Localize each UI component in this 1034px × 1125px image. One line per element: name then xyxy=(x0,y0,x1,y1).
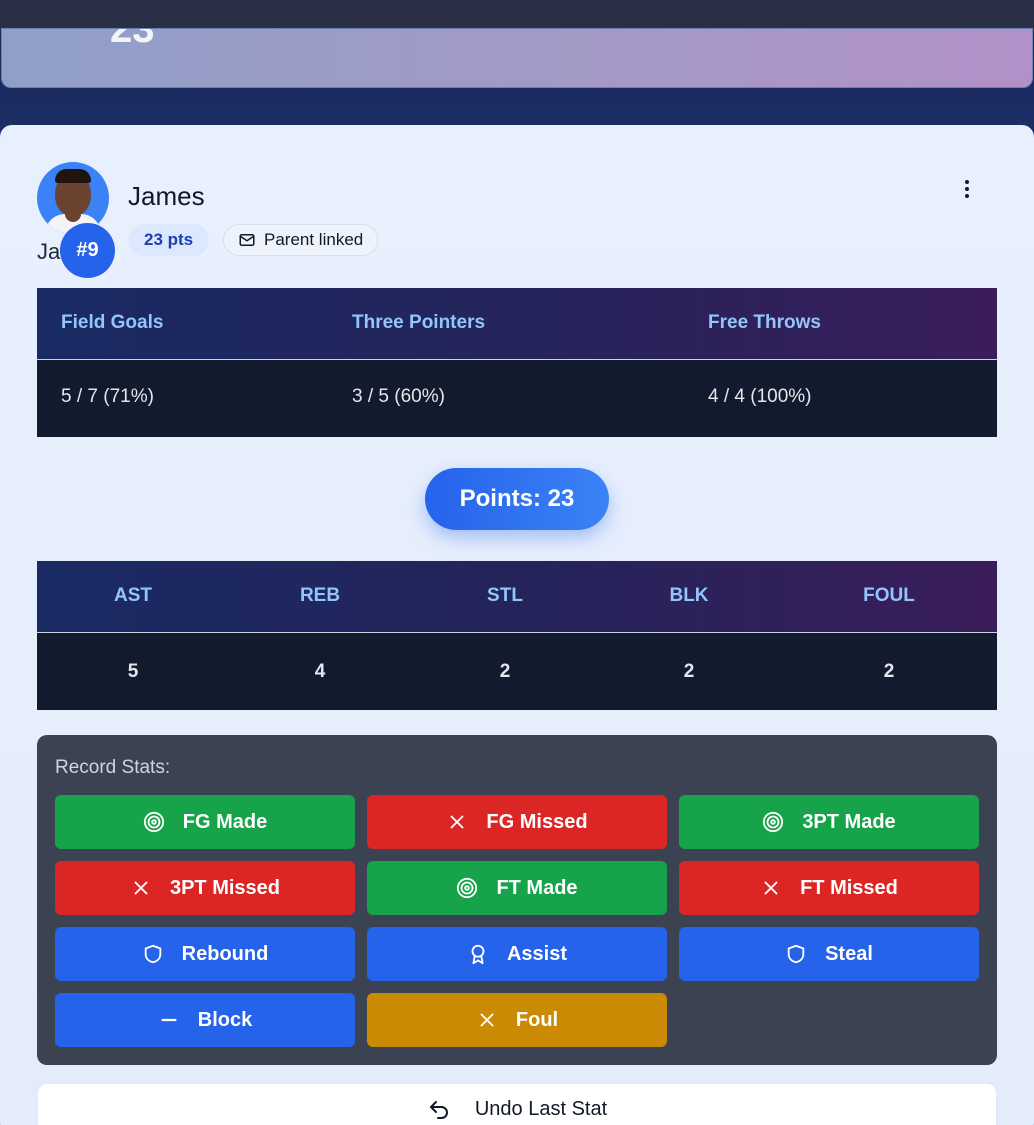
header-field-goals: Field Goals xyxy=(61,312,164,333)
value-reb: 4 xyxy=(314,661,326,682)
assist-label: Assist xyxy=(506,942,568,965)
kebab-menu-icon xyxy=(965,180,969,184)
header-three-pointers: Three Pointers xyxy=(352,312,486,333)
3pt-made-label: 3PT Made xyxy=(802,810,896,833)
minus-icon xyxy=(158,1009,180,1031)
assist-button[interactable]: Assist xyxy=(367,927,667,981)
header-free-throws: Free Throws xyxy=(708,312,821,333)
steal-label: Steal xyxy=(825,942,873,965)
ft-missed-label: FT Missed xyxy=(800,876,898,899)
ft-made-label: FT Made xyxy=(496,876,578,899)
x-icon xyxy=(760,877,782,899)
rebound-label: Rebound xyxy=(181,942,269,965)
points-chip: 23 pts xyxy=(128,224,210,256)
value-blk: 2 xyxy=(683,661,695,682)
target-icon xyxy=(456,877,478,899)
value-stl: 2 xyxy=(499,661,511,682)
fg-missed-label: FG Missed xyxy=(486,810,588,833)
3pt-missed-label: 3PT Missed xyxy=(169,876,281,899)
header-stl: STL xyxy=(487,585,523,606)
block-button[interactable]: Block xyxy=(55,993,355,1047)
parent-linked-chip: Parent linked xyxy=(223,224,379,256)
rebound-button[interactable]: Rebound xyxy=(55,927,355,981)
points-total-pill: Points: 23 xyxy=(425,468,609,530)
fg-made-label: FG Made xyxy=(182,810,268,833)
shooting-header-row: Field Goals Three Pointers Free Throws xyxy=(37,288,997,360)
undo-last-stat-button[interactable]: Undo Last Stat xyxy=(37,1083,997,1125)
foul-label: Foul xyxy=(515,1008,559,1031)
value-foul: 2 xyxy=(883,661,895,682)
fg-made-button[interactable]: FG Made xyxy=(55,795,355,849)
mail-icon xyxy=(239,234,255,246)
header-foul: FOUL xyxy=(863,585,915,606)
parent-linked-label: Parent linked xyxy=(264,230,364,249)
foul-button[interactable]: Foul xyxy=(367,993,667,1047)
undo-label: Undo Last Stat xyxy=(474,1098,608,1120)
more-options-button[interactable] xyxy=(955,175,979,203)
player-name: James xyxy=(128,181,205,211)
value-free-throws: 4 / 4 (100%) xyxy=(708,386,812,407)
shooting-value-row: 5 / 7 (71%) 3 / 5 (60%) 4 / 4 (100%) xyxy=(37,359,997,437)
3pt-made-button[interactable]: 3PT Made xyxy=(679,795,979,849)
player-avatar[interactable] xyxy=(37,162,109,234)
avatar-name-label: Ja xyxy=(37,239,61,264)
jersey-number-badge: #9 xyxy=(60,223,115,278)
record-stats-title: Record Stats: xyxy=(55,757,171,778)
target-icon xyxy=(143,811,165,833)
header-ast: AST xyxy=(114,585,152,606)
ft-made-button[interactable]: FT Made xyxy=(367,861,667,915)
x-icon xyxy=(476,1009,498,1031)
banner-score: 23 xyxy=(110,28,155,51)
shield-icon xyxy=(785,943,807,965)
misc-header-row: AST REB STL BLK FOUL xyxy=(37,561,997,633)
header-blk: BLK xyxy=(669,585,709,606)
steal-button[interactable]: Steal xyxy=(679,927,979,981)
record-stats-panel: Record Stats: FG Made FG Missed 3PT Made 3P… xyxy=(37,735,997,1065)
misc-stats-table: AST REB STL BLK FOUL 5 4 2 2 2 xyxy=(37,561,997,711)
3pt-missed-button[interactable]: 3PT Missed xyxy=(55,861,355,915)
undo-icon xyxy=(429,1101,448,1119)
shooting-stats-table: Field Goals Three Pointers Free Throws 5… xyxy=(37,288,997,438)
shield-icon xyxy=(142,943,164,965)
block-label: Block xyxy=(197,1008,253,1031)
value-ast: 5 xyxy=(127,661,139,682)
score-banner: 23 xyxy=(1,28,1033,88)
award-icon xyxy=(467,943,489,965)
value-field-goals: 5 / 7 (71%) xyxy=(61,386,154,407)
value-three-pointers: 3 / 5 (60%) xyxy=(352,386,445,407)
fg-missed-button[interactable]: FG Missed xyxy=(367,795,667,849)
x-icon xyxy=(446,811,468,833)
header-reb: REB xyxy=(299,585,341,606)
ft-missed-button[interactable]: FT Missed xyxy=(679,861,979,915)
target-icon xyxy=(762,811,784,833)
misc-value-row: 5 4 2 2 2 xyxy=(37,632,997,710)
x-icon xyxy=(130,877,152,899)
player-card: Ja #9 James 23 pts Parent linked Field G… xyxy=(0,125,1034,1125)
